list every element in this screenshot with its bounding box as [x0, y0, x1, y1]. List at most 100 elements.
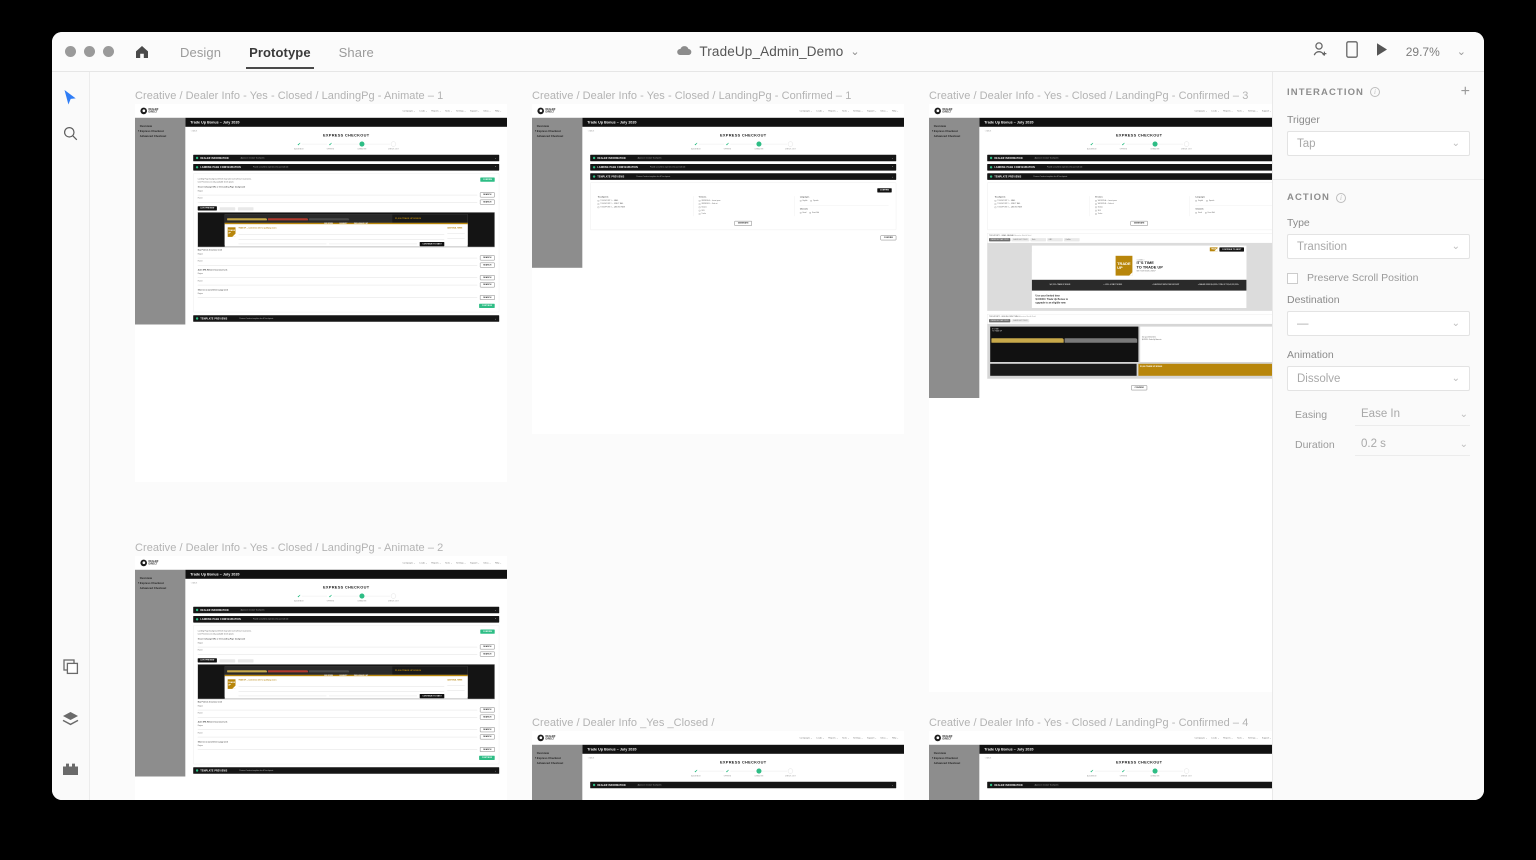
checkbox-icon[interactable]: [799, 199, 802, 202]
mock-nav-item[interactable]: Leads ⌄: [1211, 737, 1219, 739]
mock-checkbox-row[interactable]: English: [1195, 200, 1203, 202]
checkbox-icon[interactable]: [994, 199, 997, 202]
easing-select[interactable]: Ease In ⌄: [1355, 404, 1470, 426]
mock-nav-item[interactable]: Help ⌄: [495, 110, 502, 112]
search-icon[interactable]: [56, 118, 86, 148]
chevron-up-icon[interactable]: ⌃: [494, 618, 496, 621]
mock-nav-item[interactable]: Settings ⌄: [456, 110, 466, 112]
mock-accordion-0[interactable]: DEALER INFORMATION Appears in Creative T…: [987, 154, 1272, 162]
mock-nav-item[interactable]: Help ⌄: [892, 737, 899, 739]
mock-nav-item[interactable]: Tools ⌄: [445, 562, 452, 564]
mock-step[interactable]: ✔ AUDIENCE: [680, 769, 725, 777]
mock-nav-item[interactable]: Tools ⌄: [1237, 737, 1244, 739]
chevron-down-icon[interactable]: ⌄: [494, 317, 496, 320]
mock-accordion-1[interactable]: LANDING PAGE CONFIGURATION Provide a sea…: [987, 164, 1272, 171]
mock-sidebar-item[interactable]: Advanced Checkout: [934, 135, 980, 138]
mock-final-confirm-button[interactable]: CONFIRM: [880, 235, 897, 241]
mock-sidebar-item[interactable]: Advanced Checkout: [537, 762, 583, 765]
mock-step[interactable]: CHECK OUT: [378, 141, 410, 150]
design-canvas[interactable]: Creative / Dealer Info - Yes - Closed / …: [90, 72, 1272, 800]
mock-step[interactable]: ✔ OFFERS: [1108, 769, 1152, 777]
components-icon[interactable]: [56, 754, 86, 784]
mock-step[interactable]: ✔ OFFERS: [315, 594, 359, 602]
mock-checkbox-row[interactable]: VERSION A — Lorem ipsum: [698, 200, 788, 202]
mock-field-input[interactable]: [197, 263, 478, 266]
mock-nav-item[interactable]: Tools ⌄: [842, 110, 849, 112]
duration-row[interactable]: Duration 0.2 s ⌄: [1287, 434, 1470, 456]
mock-nav-item[interactable]: Help ⌄: [892, 110, 899, 112]
mock-accordion-2[interactable]: TEMPLATE PREVIEWS Preview Creative templ…: [987, 173, 1272, 180]
mock-checkbox-row[interactable]: Spanish: [1206, 200, 1214, 202]
checkbox-icon[interactable]: [994, 203, 997, 205]
mock-nav-item[interactable]: Leads ⌄: [1211, 110, 1219, 112]
mock-continue-button[interactable]: CONTINUE: [479, 303, 495, 309]
tab-prototype[interactable]: Prototype: [235, 35, 325, 69]
mock-breadcrumb[interactable]: < BACK: [979, 127, 1272, 132]
mock-checkbox-row[interactable]: Sedans: [1095, 206, 1183, 208]
mock-search-button[interactable]: SEARCH: [479, 714, 495, 720]
mock-step[interactable]: ✔ OFFERS: [712, 142, 756, 150]
mock-sidebar-item[interactable]: Express Checkout: [534, 130, 583, 133]
mock-lp-cta[interactable]: CONTINUE TO NEXT: [419, 241, 445, 247]
mock-sidebar[interactable]: Overview Express Checkout Advanced Checkou…: [929, 744, 980, 800]
mock-step[interactable]: ✔ AUDIENCE: [283, 142, 328, 150]
mock-sidebar-item[interactable]: Overview: [537, 751, 583, 754]
mock-search-button[interactable]: SEARCH: [479, 262, 495, 268]
mock-checkbox-row[interactable]: VERSION B — Dolor sit: [1095, 203, 1183, 205]
info-icon[interactable]: i: [1370, 87, 1381, 97]
frame-title[interactable]: Creative / Dealer Info - Yes - Closed / …: [929, 717, 1248, 729]
mock-top-nav[interactable]: Campaigns ⌄ Leads ⌄ Reports ⌄ Tools ⌄ Settin…: [800, 737, 899, 739]
pages-icon[interactable]: [56, 652, 86, 682]
checkbox-icon[interactable]: [698, 206, 701, 208]
checkbox-icon[interactable]: [597, 203, 600, 205]
mock-step[interactable]: CREATIVE: [1139, 768, 1183, 777]
mock-step[interactable]: ✔ OFFERS: [315, 142, 359, 150]
mock-search-button[interactable]: SEARCH: [479, 707, 495, 713]
mock-sidebar-item[interactable]: Express Checkout: [138, 130, 186, 133]
mock-search-button[interactable]: SEARCH: [479, 747, 495, 753]
canvas-frame[interactable]: DEALER DIRECT Campaigns ⌄ Leads ⌄ Reports ⌄…: [929, 104, 1272, 692]
mock-sidebar-item[interactable]: Overview: [934, 124, 980, 127]
mock-checkbox-row[interactable]: Spanish: [810, 200, 819, 202]
type-select[interactable]: Transition ⌄: [1287, 234, 1470, 259]
maximize-window-button[interactable]: [103, 46, 114, 57]
mock-sidebar-item[interactable]: Express Checkout: [931, 130, 980, 133]
mock-sidebar-item[interactable]: Overview: [140, 576, 186, 579]
canvas-frame[interactable]: DEALER DIRECT Campaigns ⌄ Leads ⌄ Reports ⌄…: [532, 104, 904, 434]
mock-checkbox-row[interactable]: Trucks: [1095, 213, 1183, 215]
mock-step[interactable]: CHECK OUT: [1171, 768, 1203, 777]
mock-checkbox-row[interactable]: Trucks: [698, 213, 788, 215]
duration-input[interactable]: 0.2 s ⌄: [1355, 434, 1470, 456]
mock-sidebar-item[interactable]: Advanced Checkout: [140, 587, 186, 590]
mock-nav-item[interactable]: Ideas ⌄: [881, 110, 888, 112]
zoom-level-label[interactable]: 29.7%: [1406, 45, 1440, 59]
mock-checkbox-row[interactable]: English: [799, 199, 808, 202]
mock-sidebar[interactable]: Overview Express Checkout Advanced Checkou…: [532, 744, 583, 800]
chevron-down-icon[interactable]: ⌄: [494, 769, 496, 772]
mock-checkbox-row[interactable]: VERSION A — Lorem ipsum: [1095, 200, 1183, 202]
mock-preview-chip[interactable]: Cadillac: [1063, 238, 1080, 242]
checkbox-icon[interactable]: [1204, 211, 1207, 214]
mock-step[interactable]: CREATIVE: [1139, 141, 1183, 150]
checkbox-icon[interactable]: [809, 211, 811, 214]
mock-preview-chip[interactable]: [237, 659, 254, 663]
mock-nav-item[interactable]: Support ⌄: [470, 562, 480, 564]
mock-field-input[interactable]: [197, 193, 478, 196]
mock-top-nav[interactable]: Campaigns ⌄ Leads ⌄ Reports ⌄ Tools ⌄ Settin…: [800, 110, 899, 112]
mock-checkbox-row[interactable]: Direct Mail: [809, 212, 819, 214]
mock-checkbox-row[interactable]: Sedans: [698, 206, 788, 208]
mock-breadcrumb[interactable]: < BACK: [582, 127, 904, 132]
mock-nav-item[interactable]: Tools ⌄: [1237, 110, 1244, 112]
mock-preview-chip[interactable]: Buick: [1030, 238, 1046, 242]
trigger-select[interactable]: Tap ⌄: [1287, 131, 1470, 156]
mock-accordion-1[interactable]: LANDING PAGE CONFIGURATION Provide a sea…: [590, 164, 897, 171]
frame-title[interactable]: Creative / Dealer Info - Yes - Closed / …: [135, 90, 443, 102]
mock-nav-item[interactable]: Leads ⌄: [419, 562, 427, 564]
info-icon[interactable]: i: [1336, 192, 1347, 203]
mock-nav-item[interactable]: Settings ⌄: [853, 110, 863, 112]
mock-field-input[interactable]: [197, 295, 478, 298]
mock-nav-item[interactable]: Tools ⌄: [445, 110, 452, 112]
mock-search-button[interactable]: SEARCH: [479, 282, 495, 288]
mobile-device-icon[interactable]: [1345, 40, 1358, 63]
mock-top-nav[interactable]: Campaigns ⌄ Leads ⌄ Reports ⌄ Tools ⌄ Settin…: [1194, 737, 1272, 739]
